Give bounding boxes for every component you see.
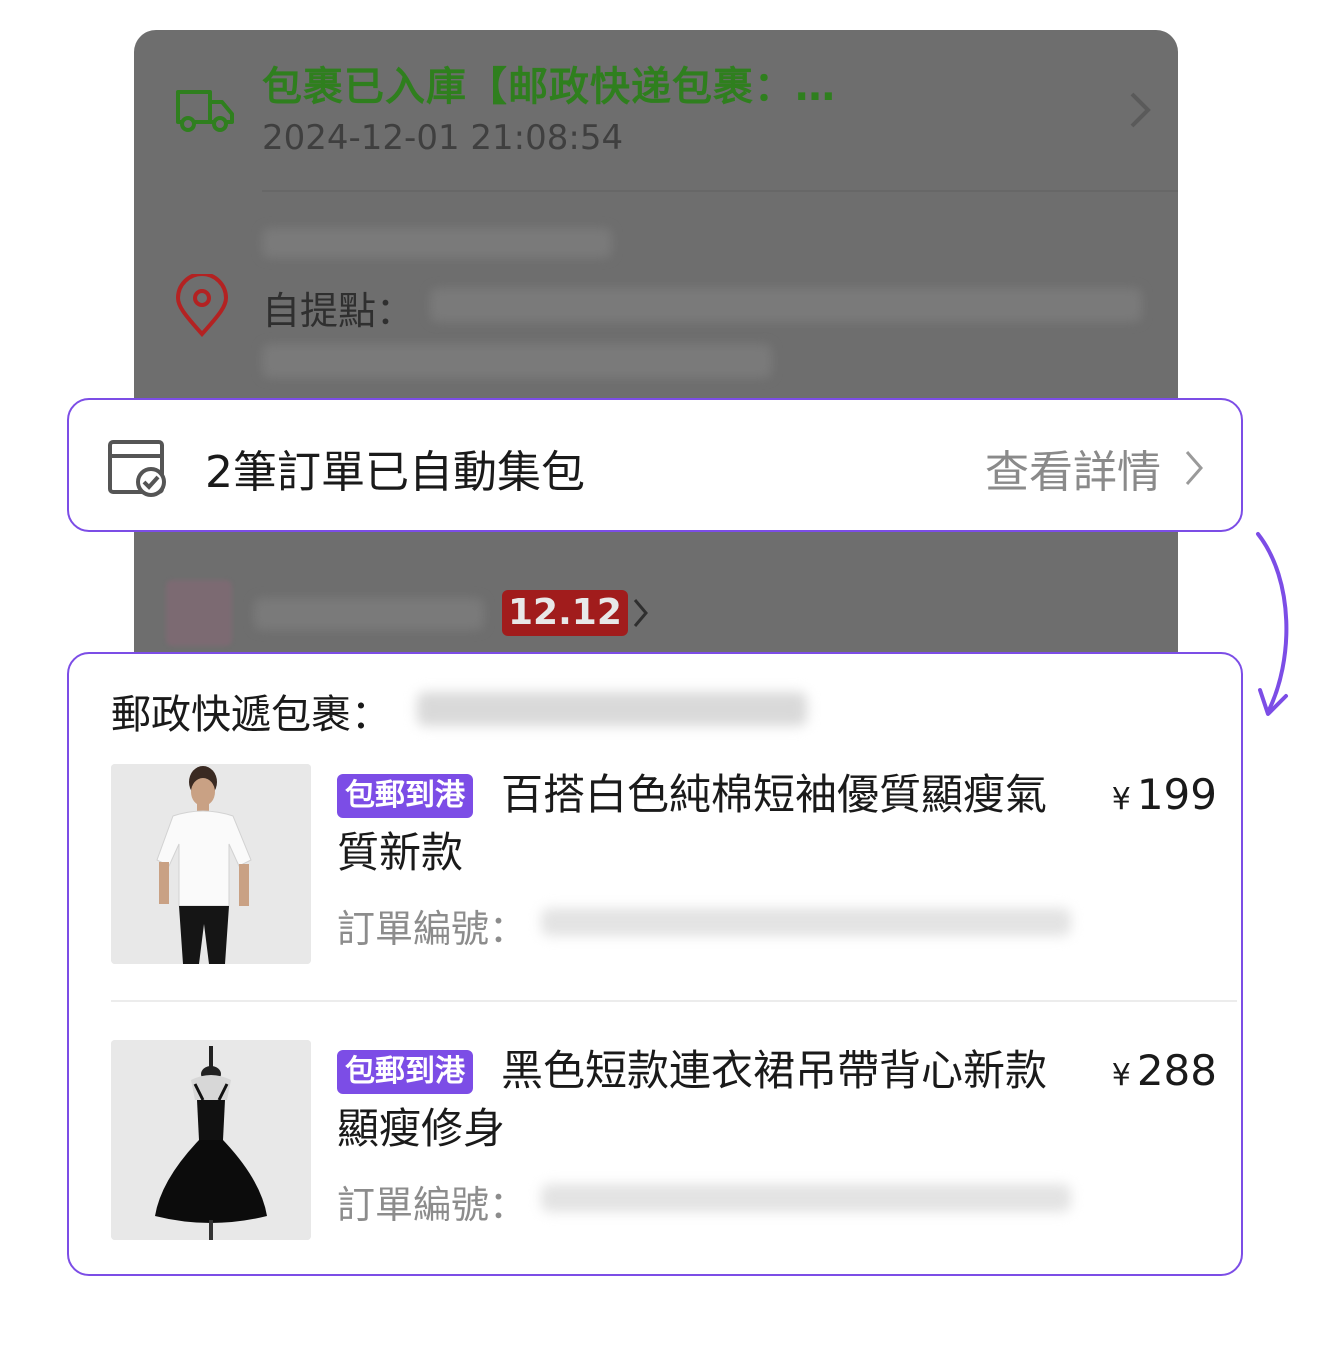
promo-badge: 12.12 xyxy=(502,590,628,636)
package-title: 郵政快遞包裹： xyxy=(111,692,391,738)
currency-symbol: ¥ xyxy=(1111,782,1131,817)
chevron-right-icon xyxy=(1185,451,1203,485)
order-number-label: 訂單編號： xyxy=(337,1183,528,1227)
product-price: ¥288 xyxy=(1112,1042,1217,1105)
pickup-label: 自提點： xyxy=(262,289,415,333)
redacted-order-number xyxy=(541,1184,1071,1212)
item-divider xyxy=(111,1000,1237,1002)
logistics-timestamp: 2024-12-01 21:08:54 xyxy=(262,118,624,158)
product-price: ¥199 xyxy=(1112,766,1217,829)
logistics-status-text: 包裹已入庫【邮政快递包裹：… xyxy=(262,64,836,110)
redacted-pickup-address-line-1 xyxy=(430,288,1142,322)
package-item[interactable]: 百搭白色純棉短袖優質顯瘦氣質新款 包郵到港 ¥199 訂單編號： xyxy=(111,764,1221,970)
free-shipping-tag: 包郵到港 xyxy=(337,774,473,818)
currency-symbol: ¥ xyxy=(1111,1058,1131,1093)
shop-avatar xyxy=(166,580,232,646)
chevron-right-icon xyxy=(1130,92,1151,128)
chevron-right-icon xyxy=(633,599,648,627)
order-number-label: 訂單編號： xyxy=(337,907,528,951)
row-divider xyxy=(262,190,1178,192)
package-check-icon xyxy=(108,440,166,497)
product-image-white-tshirt xyxy=(111,764,311,964)
truck-icon xyxy=(176,90,234,132)
pickup-point-row: 自提點： xyxy=(134,222,1178,412)
redacted-order-number xyxy=(541,908,1071,936)
logistics-row[interactable]: 包裹已入庫【邮政快递包裹：… 2024-12-01 21:08:54 xyxy=(134,30,1178,222)
view-details-link[interactable]: 查看詳情 xyxy=(985,436,1161,500)
dimmed-order-card: 包裹已入庫【邮政快递包裹：… 2024-12-01 21:08:54 自提點： … xyxy=(134,30,1178,670)
redacted-pickup-address-line-2 xyxy=(262,344,772,378)
price-value: 199 xyxy=(1136,770,1217,819)
package-card: 郵政快遞包裹： 百搭白色純棉短袖優質顯瘦氣質新款 包郵到港 ¥199 訂單編號： xyxy=(67,652,1243,1276)
redacted-tracking-number xyxy=(417,692,807,726)
product-image-black-dress xyxy=(111,1040,311,1240)
redacted-recipient xyxy=(262,228,612,258)
free-shipping-tag: 包郵到港 xyxy=(337,1050,473,1094)
curved-arrow-down-icon xyxy=(1256,532,1289,716)
package-item[interactable]: 黑色短款連衣裙吊帶背心新款顯瘦修身 包郵到港 ¥288 訂單編號： xyxy=(111,1040,1221,1246)
location-pin-icon xyxy=(175,274,229,337)
auto-bundle-bar[interactable]: 2筆訂單已自動集包 查看詳情 xyxy=(67,398,1243,532)
redacted-shop-name xyxy=(254,598,484,630)
price-value: 288 xyxy=(1136,1046,1217,1095)
bundle-message: 2筆訂單已自動集包 xyxy=(205,447,585,498)
